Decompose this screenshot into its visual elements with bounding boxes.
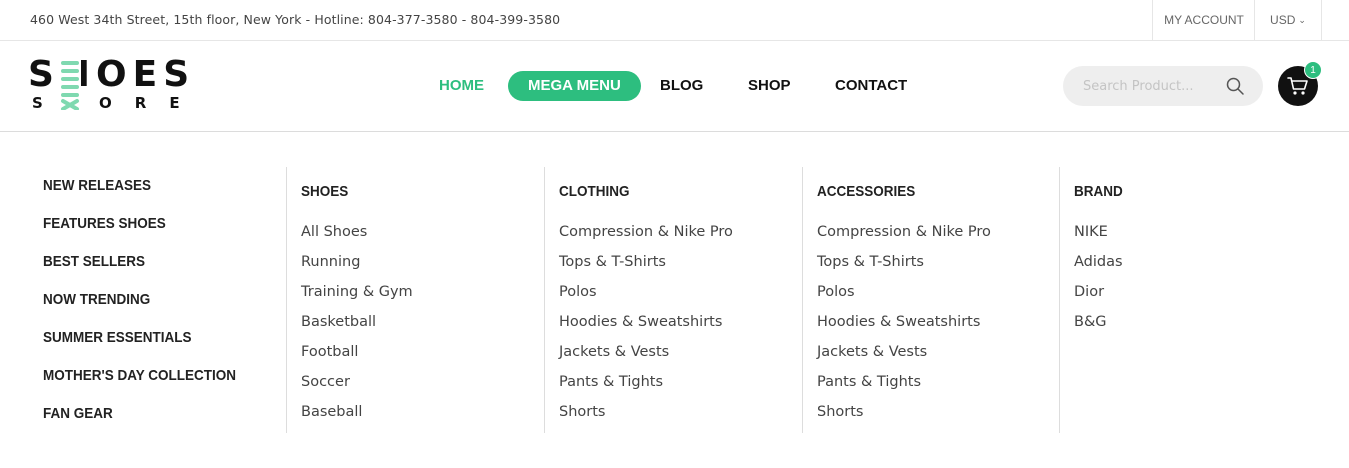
menu-link[interactable]: Tops & T-Shirts [817, 254, 991, 284]
nav-mega-menu[interactable]: MEGA MENU [508, 71, 641, 101]
column-links: NIKE Adidas Dior B&G [1074, 224, 1123, 344]
featured-link[interactable]: SUMMER ESSENTIALS [43, 329, 236, 367]
menu-link[interactable]: Pants & Tights [559, 374, 733, 404]
nav-blog[interactable]: BLOG [660, 71, 703, 101]
menu-link[interactable]: Jackets & Vests [817, 344, 991, 374]
menu-link[interactable]: Training & Gym [301, 284, 413, 314]
featured-link[interactable]: FAN GEAR [43, 405, 236, 443]
cart-button[interactable]: 1 [1278, 61, 1322, 106]
logo-line1: SHOES [28, 54, 196, 95]
featured-link[interactable]: NOW TRENDING [43, 291, 236, 329]
column-heading: BRAND [1074, 183, 1123, 200]
menu-link[interactable]: Hoodies & Sweatshirts [817, 314, 991, 344]
menu-link[interactable]: Pants & Tights [817, 374, 991, 404]
nav-shop[interactable]: SHOP [748, 71, 791, 101]
menu-link[interactable]: Shorts [559, 404, 733, 434]
menu-link[interactable]: B&G [1074, 314, 1123, 344]
main-header: SHOES STORE HOME MEGA MENU BLOG SHOP CON… [0, 41, 1349, 132]
logo-line2: STORE [32, 94, 203, 112]
menu-column-brand: BRAND NIKE Adidas Dior B&G [1059, 167, 1317, 433]
column-links: Compression & Nike Pro Tops & T-Shirts P… [559, 224, 733, 434]
column-heading: SHOES [301, 183, 349, 200]
currency-selector[interactable]: USD ⌄ [1254, 0, 1322, 40]
menu-link[interactable]: Soccer [301, 374, 413, 404]
logo[interactable]: SHOES STORE [28, 57, 189, 115]
menu-link[interactable]: Compression & Nike Pro [817, 224, 991, 254]
menu-link[interactable]: Football [301, 344, 413, 374]
cart-count-badge: 1 [1304, 61, 1322, 79]
menu-column-clothing: CLOTHING Compression & Nike Pro Tops & T… [544, 167, 802, 433]
shoelace-icon [59, 58, 81, 110]
top-bar: 460 West 34th Street, 15th floor, New Yo… [0, 0, 1349, 41]
mega-menu-panel: NEW RELEASES FEATURES SHOES BEST SELLERS… [0, 133, 1349, 468]
chevron-down-icon: ⌄ [1298, 15, 1306, 25]
menu-column-shoes: SHOES All Shoes Running Training & Gym B… [286, 167, 544, 433]
menu-link[interactable]: Hoodies & Sweatshirts [559, 314, 733, 344]
menu-link[interactable]: Polos [559, 284, 733, 314]
search-input[interactable] [1083, 76, 1223, 96]
menu-link[interactable]: NIKE [1074, 224, 1123, 254]
currency-label: USD [1270, 13, 1296, 27]
featured-link[interactable]: MOTHER'S DAY COLLECTION [43, 367, 236, 405]
column-links: All Shoes Running Training & Gym Basketb… [301, 224, 413, 434]
column-heading: CLOTHING [559, 183, 630, 200]
cart-icon [1287, 77, 1308, 95]
menu-link[interactable]: Dior [1074, 284, 1123, 314]
menu-link[interactable]: Adidas [1074, 254, 1123, 284]
nav-home[interactable]: HOME [439, 71, 484, 101]
menu-link[interactable]: Basketball [301, 314, 413, 344]
search-icon[interactable] [1225, 76, 1245, 96]
menu-link[interactable]: Jackets & Vests [559, 344, 733, 374]
menu-link[interactable]: Shorts [817, 404, 991, 434]
search-box [1063, 66, 1263, 106]
column-links: Compression & Nike Pro Tops & T-Shirts P… [817, 224, 991, 434]
contact-address: 460 West 34th Street, 15th floor, New Yo… [30, 12, 561, 27]
menu-link[interactable]: Compression & Nike Pro [559, 224, 733, 254]
menu-link[interactable]: Tops & T-Shirts [559, 254, 733, 284]
menu-link[interactable]: Running [301, 254, 413, 284]
featured-link[interactable]: BEST SELLERS [43, 253, 236, 291]
featured-link[interactable]: NEW RELEASES [43, 177, 236, 215]
featured-link[interactable]: FEATURES SHOES [43, 215, 236, 253]
featured-links: NEW RELEASES FEATURES SHOES BEST SELLERS… [43, 177, 257, 443]
menu-link[interactable]: All Shoes [301, 224, 413, 254]
menu-link[interactable]: Polos [817, 284, 991, 314]
menu-column-accessories: ACCESSORIES Compression & Nike Pro Tops … [802, 167, 1060, 433]
my-account-link[interactable]: MY ACCOUNT [1152, 0, 1255, 40]
column-heading: ACCESSORIES [817, 183, 916, 200]
nav-contact[interactable]: CONTACT [835, 71, 907, 101]
menu-link[interactable]: Baseball [301, 404, 413, 434]
